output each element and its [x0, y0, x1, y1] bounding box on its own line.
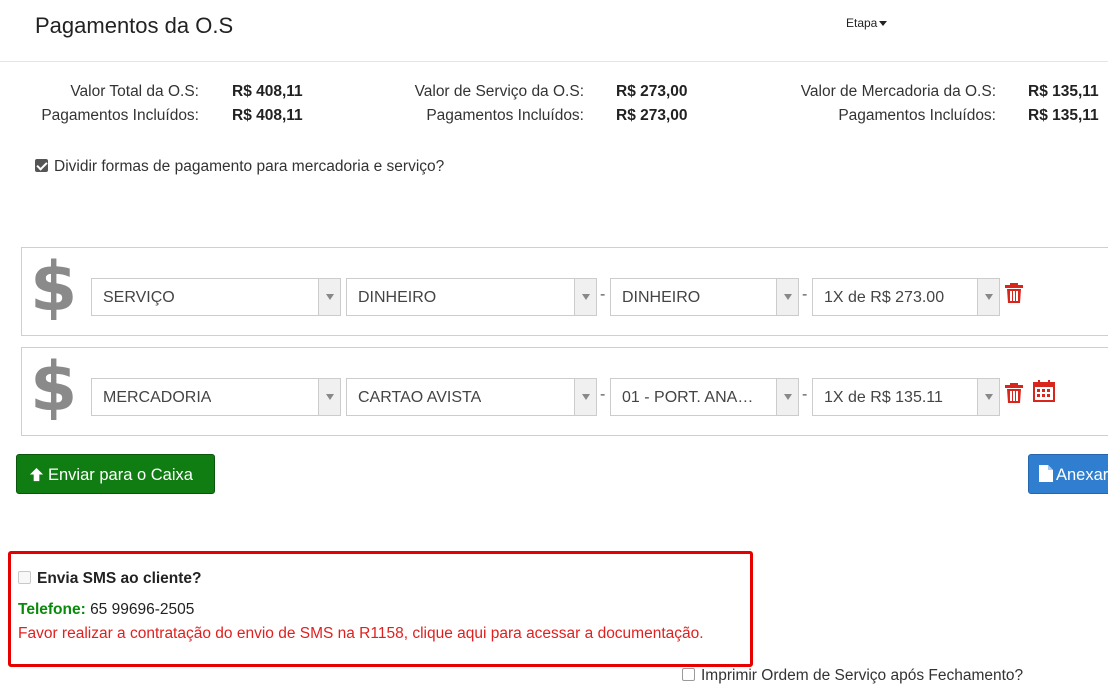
sms-option: Envia SMS ao cliente?	[18, 570, 202, 588]
dollar-icon: $	[30, 348, 78, 427]
installments-select[interactable]: 1X de R$ 135.11	[812, 378, 1000, 416]
chevron-down-icon	[977, 279, 999, 315]
servico-included-value: R$ 273,00	[616, 107, 688, 124]
chevron-down-icon	[776, 379, 798, 415]
send-to-cashier-button[interactable]: Enviar para o Caixa	[16, 454, 215, 494]
servico-value: R$ 273,00	[616, 83, 688, 100]
send-to-cashier-label: Enviar para o Caixa	[48, 466, 193, 484]
print-label: Imprimir Ordem de Serviço após Fechament…	[701, 667, 1024, 684]
dollar-icon: $	[30, 248, 78, 327]
chevron-down-icon	[574, 379, 596, 415]
chevron-down-icon	[574, 279, 596, 315]
divide-payment-checkbox[interactable]	[35, 159, 48, 172]
payment-detail-select[interactable]: DINHEIRO	[610, 278, 799, 316]
etapa-dropdown[interactable]: Etapa	[846, 16, 888, 30]
payment-type-select[interactable]: MERCADORIA	[91, 378, 341, 416]
mercadoria-included-value: R$ 135,11	[1028, 107, 1099, 124]
trash-icon[interactable]	[1004, 382, 1024, 404]
divide-payment-option: Dividir formas de pagamento para mercado…	[35, 158, 444, 176]
separator: -	[600, 386, 606, 403]
payment-method-select[interactable]: CARTAO AVISTA	[346, 378, 597, 416]
page-header: Pagamentos da O.S Etapa	[0, 0, 1108, 62]
etapa-label: Etapa	[846, 16, 878, 30]
payment-type-select[interactable]: SERVIÇO	[91, 278, 341, 316]
chevron-down-icon	[318, 379, 340, 415]
payment-row: $ MERCADORIA CARTAO AVISTA - 01 - PORT. …	[21, 347, 1108, 436]
trash-icon[interactable]	[1004, 282, 1024, 304]
sms-phone: Telefone: 65 99696-2505	[18, 601, 194, 619]
mercadoria-included-label: Pagamentos Incluídos:	[838, 107, 996, 124]
sms-title: Envia SMS ao cliente?	[37, 570, 202, 587]
phone-label: Telefone:	[18, 601, 86, 618]
phone-value: 65 99696-2505	[90, 601, 195, 618]
total-value: R$ 408,11	[232, 83, 303, 100]
payment-row: $ SERVIÇO DINHEIRO - DINHEIRO - 1X de R$…	[21, 247, 1108, 336]
servico-label: Valor de Serviço da O.S:	[414, 83, 584, 100]
chevron-down-icon	[776, 279, 798, 315]
separator: -	[802, 386, 808, 403]
total-label: Valor Total da O.S:	[70, 83, 199, 100]
sms-documentation-link[interactable]: Favor realizar a contratação do envio de…	[18, 625, 704, 643]
mercadoria-label: Valor de Mercadoria da O.S:	[800, 83, 996, 100]
arrow-up-icon	[29, 467, 44, 482]
page-title: Pagamentos da O.S	[35, 13, 234, 38]
payments-page: Pagamentos da O.S Etapa Valor Total da O…	[0, 0, 1108, 689]
attach-button[interactable]: Anexar	[1028, 454, 1108, 494]
calendar-icon[interactable]	[1033, 380, 1055, 402]
installments-select[interactable]: 1X de R$ 273.00	[812, 278, 1000, 316]
separator: -	[600, 286, 606, 303]
total-included-value: R$ 408,11	[232, 107, 303, 124]
divide-payment-label: Dividir formas de pagamento para mercado…	[54, 158, 445, 175]
payment-detail-select[interactable]: 01 - PORT. ANALÍTICO	[610, 378, 799, 416]
attach-label: Anexar	[1056, 466, 1108, 484]
total-included-label: Pagamentos Incluídos:	[41, 107, 199, 124]
chevron-down-icon	[879, 21, 888, 27]
sms-panel: Envia SMS ao cliente? Telefone: 65 99696…	[8, 551, 753, 667]
print-option: Imprimir Ordem de Serviço após Fechament…	[682, 667, 1023, 685]
mercadoria-value: R$ 135,11	[1028, 83, 1099, 100]
servico-included-label: Pagamentos Incluídos:	[426, 107, 584, 124]
separator: -	[802, 286, 808, 303]
print-checkbox[interactable]	[682, 668, 695, 681]
sms-checkbox[interactable]	[18, 571, 31, 584]
chevron-down-icon	[977, 379, 999, 415]
payment-method-select[interactable]: DINHEIRO	[346, 278, 597, 316]
file-icon	[1039, 465, 1053, 482]
chevron-down-icon	[318, 279, 340, 315]
